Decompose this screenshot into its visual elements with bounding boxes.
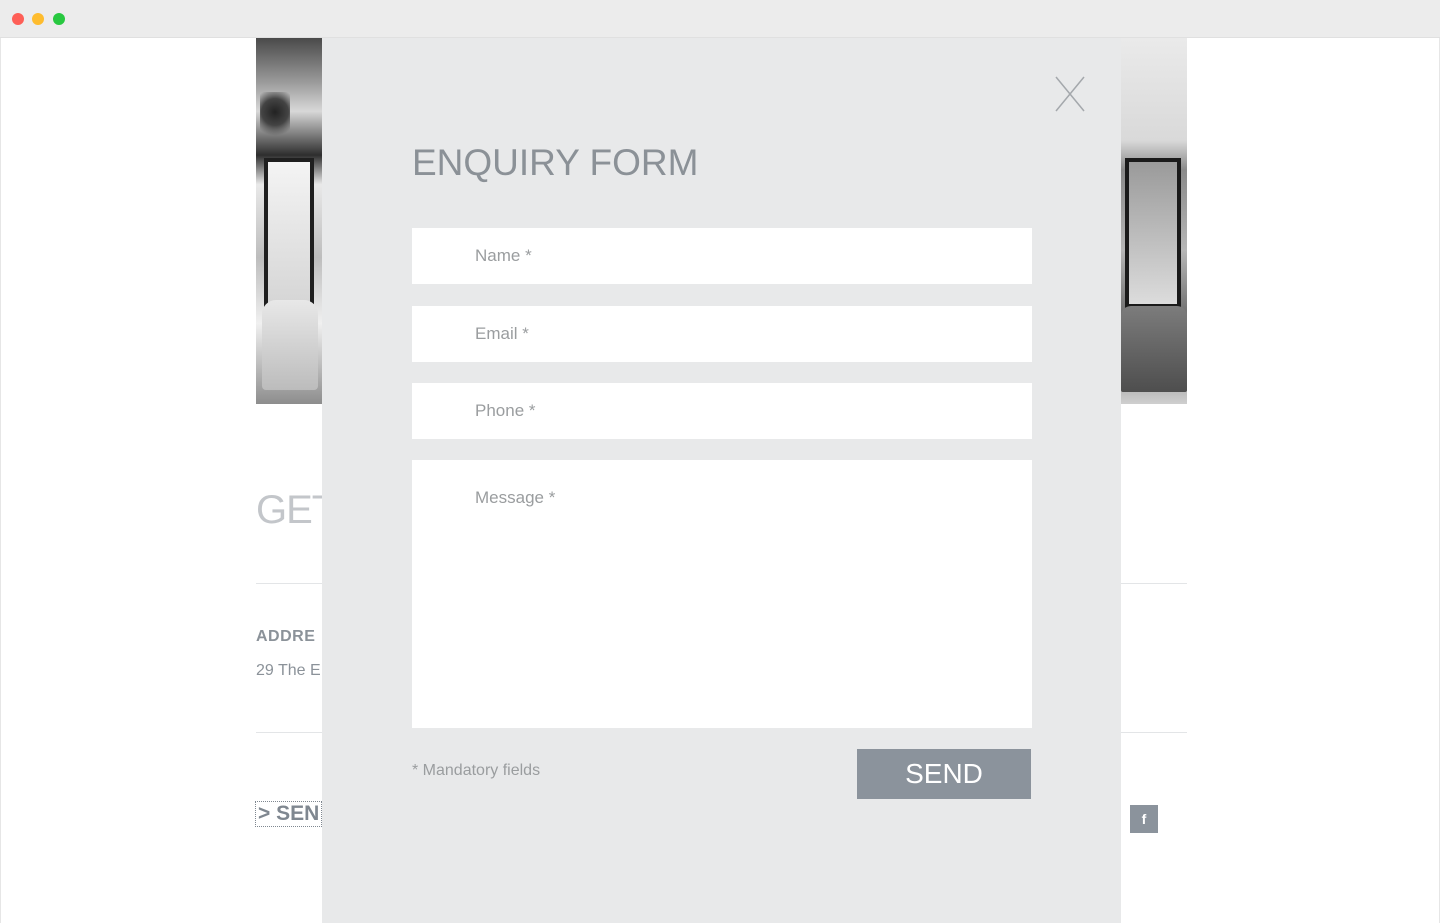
hero-image-right-strip [1121,38,1187,404]
enquiry-modal: ENQUIRY FORM * Mandatory fields SEND [322,38,1121,923]
address-label: ADDRE [256,628,316,645]
name-field[interactable] [412,228,1032,284]
chair-image [262,300,318,390]
window-maximize-dot[interactable] [53,13,65,25]
sofa-image [1121,306,1187,392]
phone-field[interactable] [412,383,1032,439]
email-field[interactable] [412,306,1032,362]
modal-title: ENQUIRY FORM [412,142,699,183]
window-minimize-dot[interactable] [32,13,44,25]
hero-image-left-strip [256,38,322,404]
window-image [1125,158,1181,308]
send-enquiry-link[interactable]: > SEN [255,801,323,827]
close-icon[interactable] [1054,75,1086,113]
address-text: 29 The E [256,662,321,679]
plant-image [260,92,290,142]
message-field[interactable] [412,460,1032,728]
browser-chrome [0,0,1440,38]
send-button[interactable]: SEND [857,749,1031,799]
mandatory-note: * Mandatory fields [412,762,541,779]
facebook-icon[interactable]: f [1130,805,1158,833]
window-close-dot[interactable] [12,13,24,25]
